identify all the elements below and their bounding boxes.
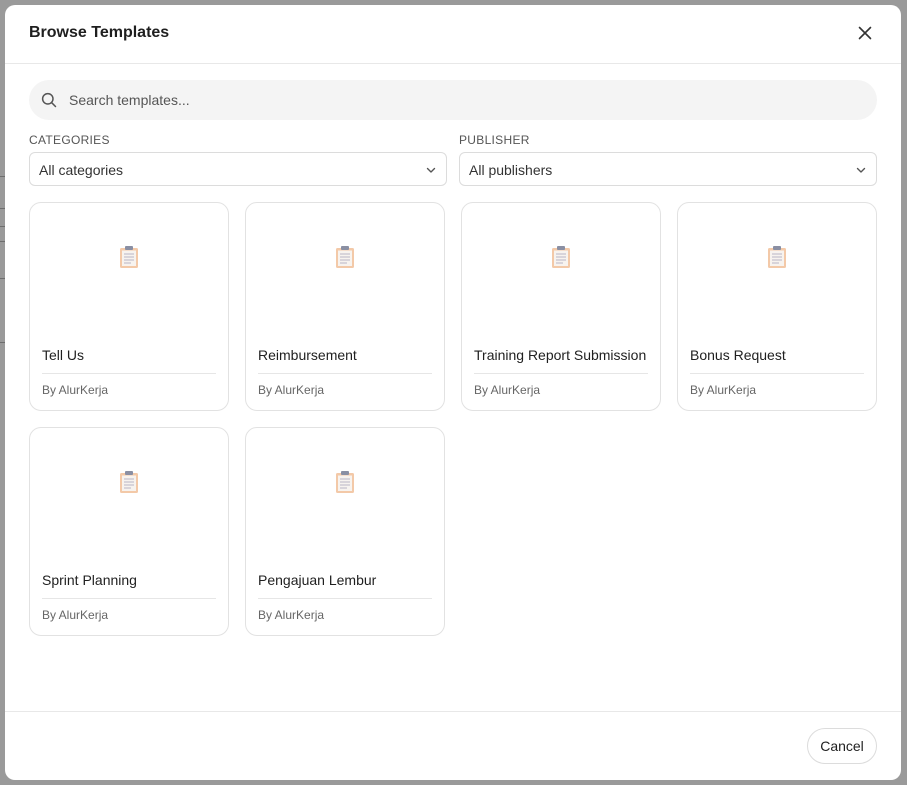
- template-card-tell-us[interactable]: Tell Us By AlurKerja: [29, 202, 229, 411]
- template-publisher: By AlurKerja: [42, 608, 109, 622]
- categories-select[interactable]: All categories: [29, 152, 447, 186]
- clipboard-icon: [768, 246, 786, 268]
- clipboard-icon: [120, 246, 138, 268]
- clipboard-icon: [336, 471, 354, 493]
- template-title: Training Report Submission: [474, 347, 647, 363]
- categories-select-value: All categories: [39, 162, 124, 178]
- dialog-footer: Cancel: [5, 711, 901, 780]
- template-title: Reimbursement: [258, 347, 357, 363]
- publisher-select-value: All publishers: [469, 162, 553, 178]
- close-button[interactable]: [853, 21, 877, 45]
- template-publisher: By AlurKerja: [258, 383, 325, 397]
- cancel-button[interactable]: Cancel: [807, 728, 877, 764]
- template-card-bonus-request[interactable]: Bonus Request By AlurKerja: [677, 202, 877, 411]
- template-title: Sprint Planning: [42, 572, 137, 588]
- clipboard-icon: [552, 246, 570, 268]
- template-publisher: By AlurKerja: [258, 608, 325, 622]
- card-divider: [474, 373, 648, 374]
- template-title: Tell Us: [42, 347, 85, 363]
- chevron-down-icon: [856, 167, 866, 173]
- clipboard-icon: [120, 471, 138, 493]
- template-card-sprint-planning[interactable]: Sprint Planning By AlurKerja: [29, 427, 229, 636]
- card-divider: [42, 598, 216, 599]
- publisher-select[interactable]: All publishers: [459, 152, 877, 186]
- template-title: Pengajuan Lembur: [258, 572, 377, 588]
- search-bar[interactable]: [29, 80, 877, 120]
- search-input[interactable]: [69, 80, 859, 120]
- clipboard-icon: [336, 246, 354, 268]
- card-divider: [258, 373, 432, 374]
- template-publisher: By AlurKerja: [474, 383, 541, 397]
- template-card-pengajuan-lembur[interactable]: Pengajuan Lembur By AlurKerja: [245, 427, 445, 636]
- chevron-down-icon: [426, 167, 436, 173]
- card-divider: [258, 598, 432, 599]
- search-icon: [41, 92, 57, 108]
- browse-templates-dialog: Browse Templates CATEGORIES All categori…: [5, 5, 901, 780]
- template-publisher: By AlurKerja: [42, 383, 109, 397]
- template-card-training-report-submission[interactable]: Training Report Submission By AlurKerja: [461, 202, 661, 411]
- card-divider: [42, 373, 216, 374]
- dialog-title: Browse Templates: [29, 24, 170, 41]
- template-card-reimbursement[interactable]: Reimbursement By AlurKerja: [245, 202, 445, 411]
- dialog-header: Browse Templates: [5, 5, 901, 64]
- template-publisher: By AlurKerja: [690, 383, 757, 397]
- publisher-label: PUBLISHER: [459, 133, 530, 147]
- categories-label: CATEGORIES: [29, 133, 110, 147]
- card-divider: [690, 373, 864, 374]
- template-title: Bonus Request: [690, 347, 786, 363]
- close-icon: [858, 26, 872, 40]
